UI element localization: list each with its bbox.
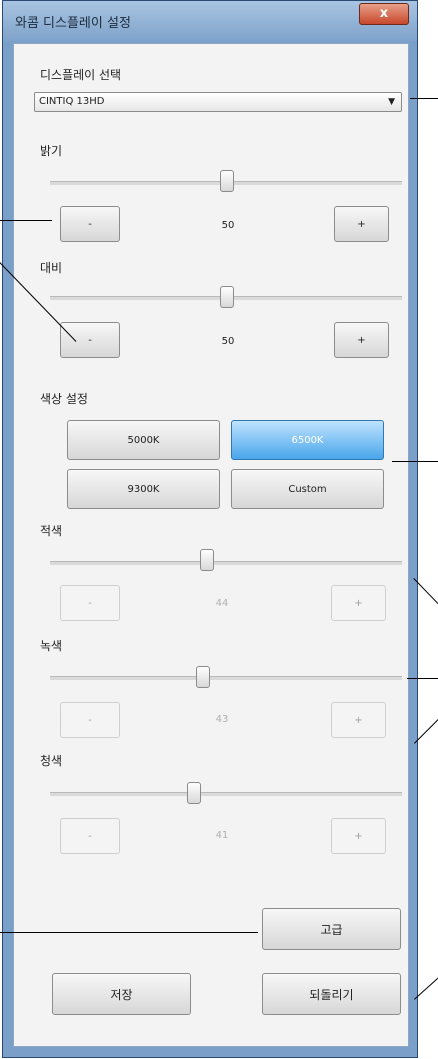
brightness-value: 50 <box>221 220 235 231</box>
brightness-increase-button[interactable]: + <box>334 206 389 242</box>
green-value: 43 <box>215 714 229 725</box>
contrast-increase-button[interactable]: + <box>334 322 389 358</box>
color-settings-label: 색상 설정 <box>40 392 88 406</box>
settings-panel <box>13 43 409 1047</box>
red-label: 적색 <box>40 524 63 538</box>
blue-value: 41 <box>215 830 229 841</box>
contrast-decrease-button[interactable]: - <box>60 322 120 358</box>
callout-line-brightness <box>0 220 52 221</box>
brightness-decrease-button[interactable]: - <box>60 206 120 242</box>
green-decrease-button[interactable]: - <box>60 702 120 738</box>
red-value: 44 <box>215 598 229 609</box>
red-increase-button[interactable]: + <box>331 585 386 621</box>
green-increase-button[interactable]: + <box>331 702 386 738</box>
green-slider-thumb[interactable] <box>196 666 210 688</box>
display-dropdown[interactable]: CINTIQ 13HD ▼ <box>34 92 402 112</box>
dropdown-arrow-icon: ▼ <box>388 97 395 107</box>
brightness-label: 밝기 <box>40 144 63 158</box>
callout-line-color-preset <box>392 461 438 462</box>
blue-slider-track[interactable] <box>50 792 402 796</box>
save-button[interactable]: 저장 <box>52 973 191 1015</box>
callout-line-advanced <box>0 932 258 933</box>
callout-line-display <box>410 98 438 99</box>
advanced-button[interactable]: 고급 <box>262 908 401 950</box>
display-settings-window: 와콤 디스플레이 설정 x <box>2 0 418 1058</box>
preset-9300k-button[interactable]: 9300K <box>67 469 220 509</box>
blue-slider-thumb[interactable] <box>187 782 201 804</box>
title-bar[interactable]: 와콤 디스플레이 설정 x <box>3 1 417 41</box>
window-title: 와콤 디스플레이 설정 <box>15 16 131 31</box>
red-slider-track[interactable] <box>50 561 402 565</box>
preset-5000k-button[interactable]: 5000K <box>67 420 220 460</box>
contrast-value: 50 <box>221 336 235 347</box>
preset-6500k-button[interactable]: 6500K <box>231 420 384 460</box>
contrast-label: 대비 <box>40 261 63 275</box>
green-label: 녹색 <box>40 639 63 653</box>
display-dropdown-value: CINTIQ 13HD <box>39 96 105 107</box>
green-slider-track[interactable] <box>50 676 402 680</box>
close-button[interactable]: x <box>359 3 409 25</box>
blue-decrease-button[interactable]: - <box>60 818 120 854</box>
revert-button[interactable]: 되돌리기 <box>262 973 401 1015</box>
red-decrease-button[interactable]: - <box>60 585 120 621</box>
preset-custom-button[interactable]: Custom <box>231 469 384 509</box>
blue-increase-button[interactable]: + <box>331 818 386 854</box>
contrast-slider-thumb[interactable] <box>220 286 234 308</box>
callout-line-green <box>407 678 438 679</box>
blue-label: 청색 <box>40 754 63 768</box>
display-select-label: 디스플레이 선택 <box>40 68 122 82</box>
brightness-slider-thumb[interactable] <box>220 170 234 192</box>
red-slider-thumb[interactable] <box>200 549 214 571</box>
